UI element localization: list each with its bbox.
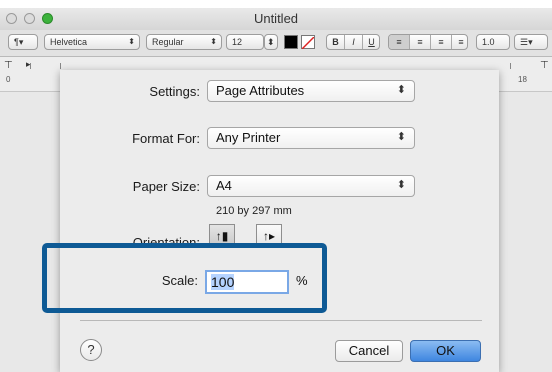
- chevron-updown-icon: ⬍: [128, 37, 135, 46]
- chevron-updown-icon: ⬍: [267, 37, 275, 47]
- paper-size-label: Paper Size:: [132, 179, 200, 194]
- line-spacing-value: 1.0: [482, 37, 495, 47]
- align-left-icon[interactable]: ≡: [389, 35, 409, 49]
- list-style-popup[interactable]: ☰▾: [514, 34, 548, 50]
- chevron-updown-icon: ⬍: [210, 37, 217, 46]
- paper-dimensions: 210 by 297 mm: [216, 205, 292, 217]
- align-center-icon[interactable]: ≡: [409, 35, 430, 49]
- help-button[interactable]: ?: [80, 339, 102, 361]
- right-margin-marker-icon[interactable]: ⊤: [540, 60, 549, 71]
- paragraph-style-label: ¶▾: [14, 37, 24, 47]
- divider: [80, 320, 482, 321]
- settings-popup[interactable]: Page Attributes ⬍: [207, 80, 415, 102]
- paper-size-value: A4: [216, 178, 232, 193]
- ruler-end-label: 18: [518, 75, 527, 84]
- font-style-popup[interactable]: Regular ⬍: [146, 34, 222, 50]
- list-style-label: ☰▾: [520, 37, 533, 47]
- font-family-popup[interactable]: Helvetica ⬍: [44, 34, 140, 50]
- format-for-label: Format For:: [132, 131, 200, 146]
- font-size-stepper[interactable]: ⬍: [264, 34, 278, 50]
- chevron-updown-icon: ⬍: [396, 84, 406, 96]
- highlight-color-swatch[interactable]: [301, 35, 315, 50]
- top-edge: [0, 0, 552, 8]
- no-color-slash-icon: [301, 36, 315, 50]
- align-justify-icon[interactable]: ≡: [451, 35, 467, 49]
- font-style-label: Regular: [152, 37, 184, 47]
- portrait-orientation-icon: ↑▮: [215, 229, 229, 243]
- application-window: Untitled ¶▾ Helvetica ⬍ Regular ⬍ 12 ⬍ B…: [0, 0, 552, 372]
- italic-button[interactable]: I: [344, 35, 362, 49]
- window-title: Untitled: [253, 11, 299, 26]
- paper-size-popup[interactable]: A4 ⬍: [207, 175, 415, 197]
- ruler-start-label: 0: [6, 75, 11, 84]
- font-size-value: 12: [232, 37, 243, 47]
- page-setup-sheet: [60, 70, 499, 372]
- alignment-group: ≡ ≡ ≡ ≡: [388, 34, 468, 50]
- scale-highlight-frame: [42, 243, 327, 313]
- font-size-field[interactable]: 12: [226, 34, 264, 50]
- left-tab-marker-icon[interactable]: ⊤: [4, 60, 13, 71]
- underline-button[interactable]: U: [362, 35, 379, 49]
- ruler-tick: [60, 63, 61, 69]
- format-toolbar: ¶▾ Helvetica ⬍ Regular ⬍ 12 ⬍ BIU ≡ ≡ ≡ ≡ 1…: [0, 30, 552, 57]
- ruler-tick: [510, 63, 511, 69]
- format-for-popup[interactable]: Any Printer ⬍: [207, 127, 415, 149]
- settings-label: Settings:: [149, 84, 200, 99]
- paragraph-style-popup[interactable]: ¶▾: [8, 34, 38, 50]
- font-family-label: Helvetica: [50, 37, 88, 47]
- bold-button[interactable]: B: [327, 35, 344, 49]
- format-for-value: Any Printer: [216, 130, 281, 145]
- bold-italic-underline-group: BIU: [326, 34, 380, 50]
- text-color-swatch[interactable]: [284, 35, 298, 49]
- chevron-updown-icon: ⬍: [396, 179, 406, 191]
- chevron-updown-icon: ⬍: [396, 131, 406, 143]
- align-right-icon[interactable]: ≡: [430, 35, 451, 49]
- landscape-orientation-icon: ↑▸: [262, 229, 276, 243]
- cancel-button[interactable]: Cancel: [335, 340, 403, 362]
- settings-value: Page Attributes: [216, 83, 305, 98]
- ok-button[interactable]: OK: [410, 340, 481, 362]
- line-spacing-popup[interactable]: 1.0: [476, 34, 510, 50]
- title-bar: Untitled: [0, 8, 552, 30]
- ruler-tick: [30, 63, 31, 69]
